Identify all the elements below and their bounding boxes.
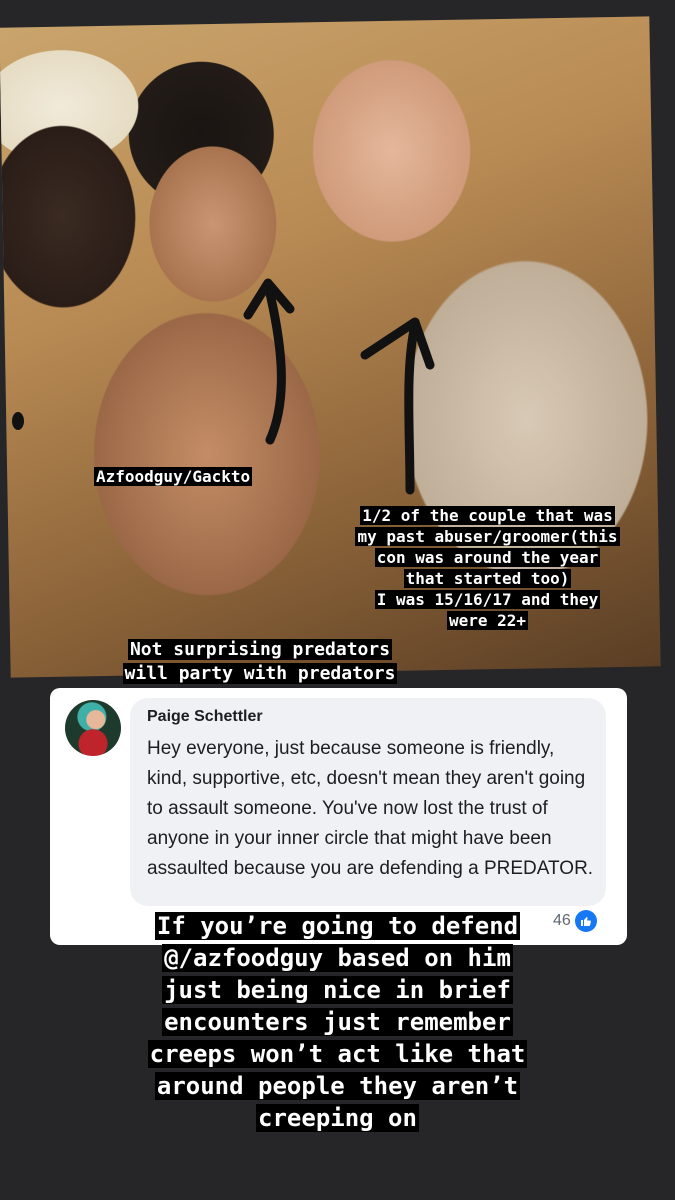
- drawn-dot: [12, 412, 24, 430]
- arrow-up-left-icon: [243, 278, 295, 445]
- comment-author[interactable]: Paige Schettler: [147, 708, 263, 726]
- caption-predators: Not surprising predators will party with…: [122, 639, 398, 684]
- caption-abuser-groomer: 1/2 of the couple that was my past abuse…: [355, 506, 620, 630]
- avatar[interactable]: [65, 700, 121, 756]
- comment-bubble: Paige Schettler Hey everyone, just becau…: [130, 698, 606, 906]
- caption-azfoodguy: Azfoodguy/Gackto: [94, 467, 253, 486]
- comment-card: Paige Schettler Hey everyone, just becau…: [50, 688, 627, 945]
- arrow-up-right-icon: [360, 317, 435, 495]
- story-text: If you’re going to defend @/azfoodguy ba…: [147, 912, 528, 1132]
- comment-text: Hey everyone, just because someone is fr…: [147, 738, 594, 879]
